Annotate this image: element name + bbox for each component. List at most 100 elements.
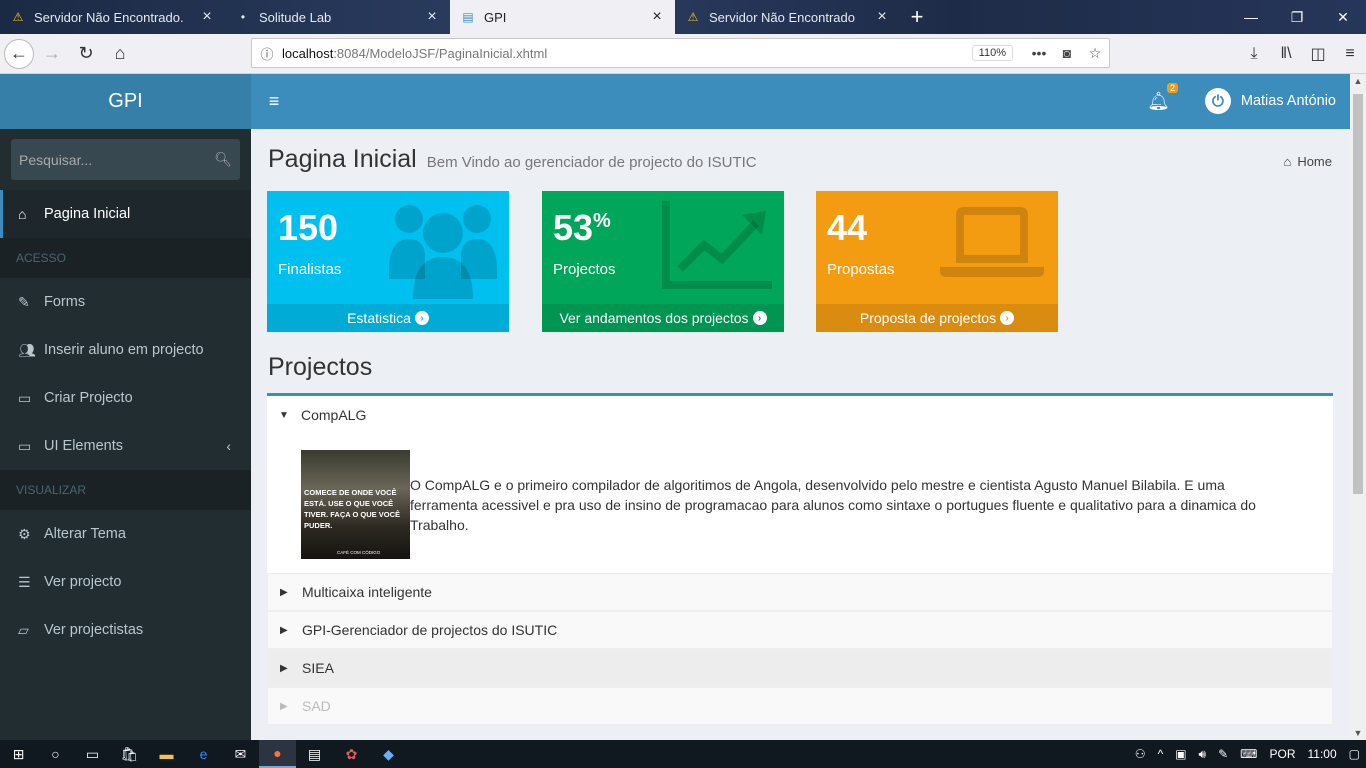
sidebar-item-alterar-tema[interactable]: ⚙ Alterar Tema [0, 510, 251, 558]
accordion-title: Multicaixa inteligente [302, 584, 432, 600]
arrow-circle-right-icon: › [414, 311, 429, 325]
sidebar-toggle-icon[interactable]: ◫ [1302, 44, 1334, 64]
breadcrumb[interactable]: ⌂ Home [1283, 154, 1332, 169]
close-icon[interactable]: × [424, 8, 440, 25]
new-tab-icon[interactable]: + [900, 0, 934, 34]
accordion-header[interactable]: ▶ GPI-Gerenciador de projectos do ISUTIC [267, 611, 1333, 649]
stat-label: Projectos [553, 261, 616, 278]
chevron-left-icon: ‹ [226, 438, 231, 454]
stat-footer-link[interactable]: Ver andamentos dos projectos › [542, 304, 784, 332]
laptop-icon [938, 201, 1046, 286]
back-icon[interactable]: ← [4, 38, 34, 69]
warning-icon: ⚠ [12, 10, 24, 24]
zoom-indicator[interactable]: 110% [971, 45, 1013, 61]
scroll-down-icon[interactable]: ▼ [1350, 728, 1366, 738]
accordion-header[interactable]: ▶ SAD [267, 687, 1333, 725]
language-indicator[interactable]: POR [1264, 747, 1302, 761]
sidebar-header-visualizar: VISUALIZAR [0, 470, 251, 510]
bookmark-star-icon[interactable]: ☆ [1081, 45, 1109, 62]
stat-value: 150 [278, 207, 339, 248]
sidebar-item-pagina-inicial[interactable]: ⌂ Pagina Inicial [0, 190, 251, 238]
accordion-header[interactable]: ▼ CompALG [267, 396, 1333, 434]
browser-tab-active[interactable]: ▤ GPI × [450, 0, 675, 34]
sidebar-item-label: Criar Projecto [44, 390, 133, 406]
task-view-icon[interactable]: ▭ [74, 740, 111, 768]
laptop-icon: ▭ [18, 389, 32, 406]
info-icon[interactable]: ⓘ [252, 44, 282, 63]
network-icon[interactable]: ▣ [1169, 747, 1192, 761]
pen-icon[interactable]: ✎ [1212, 747, 1234, 761]
file-explorer-icon[interactable]: ▬ [148, 740, 185, 768]
home-icon: ⌂ [18, 206, 27, 222]
user-menu[interactable]: ⏻ Matias António [1204, 88, 1336, 114]
people-icon[interactable]: ⚇ [1129, 747, 1152, 761]
accordion-header[interactable]: ▶ Multicaixa inteligente [267, 573, 1333, 611]
sidebar-item-inserir-aluno[interactable]: 👥︎ Inserir aluno em projecto [0, 326, 251, 374]
notepad-icon[interactable]: ▤ [296, 740, 333, 768]
firefox-icon[interactable]: ● [259, 740, 296, 768]
sidebar-item-ver-projectistas[interactable]: ▱ Ver projectistas [0, 606, 251, 654]
menu-icon[interactable]: ≡ [1334, 45, 1366, 63]
project-description: O CompALG e o primeiro compilador de alg… [410, 477, 1256, 533]
sidebar-item-ver-projecto[interactable]: ☰ Ver projecto [0, 558, 251, 606]
sidebar-item-forms[interactable]: ✎ Forms [0, 278, 251, 326]
search-input[interactable] [19, 151, 215, 168]
users-icon: 👥︎ [18, 341, 36, 358]
stat-label: Propostas [827, 261, 895, 278]
app-sidebar: GPI 🔍︎ ⌂ Pagina Inicial ACESSO ✎ Forms 👥… [0, 74, 251, 740]
accordion-title: SIEA [302, 660, 334, 676]
home-icon[interactable]: ⌂ [104, 38, 136, 70]
browser-tab[interactable]: • Solitude Lab × [225, 0, 450, 34]
volume-icon[interactable]: 🔊︎ [1193, 747, 1213, 762]
page-subtitle: Bem Vindo ao gerenciador de projecto do … [426, 154, 757, 171]
windows-start-icon[interactable]: ⊞ [0, 740, 37, 768]
hamburger-icon[interactable]: ≡ [251, 91, 297, 112]
scroll-up-icon[interactable]: ▲ [1350, 76, 1366, 86]
sidebar-item-ui-elements[interactable]: ▭ UI Elements ‹ [0, 422, 251, 470]
app-logo[interactable]: GPI [0, 74, 251, 129]
image-quote: COMECE DE ONDE VOCÊ ESTÁ. USE O QUE VOCÊ… [304, 488, 400, 530]
clock[interactable]: 11:00 [1302, 747, 1343, 761]
browser-tab[interactable]: ⚠ Servidor Não Encontrado × [675, 0, 900, 34]
scroll-thumb[interactable] [1353, 94, 1363, 494]
close-icon[interactable]: × [199, 8, 215, 25]
keyboard-icon[interactable]: ⌨ [1234, 747, 1263, 761]
restore-icon[interactable]: ❐ [1274, 0, 1320, 34]
stat-footer-link[interactable]: Proposta de projectos › [816, 304, 1058, 332]
stat-value: 53% [553, 207, 611, 248]
minimize-icon[interactable]: — [1228, 0, 1274, 34]
chevron-up-icon[interactable]: ^ [1152, 747, 1170, 761]
paint-icon[interactable]: ✿ [333, 740, 370, 768]
app-cube-icon[interactable]: ◆ [370, 740, 407, 768]
search-icon[interactable]: 🔍︎ [214, 151, 232, 168]
accordion-title: CompALG [301, 407, 367, 423]
stat-footer-link[interactable]: Estatistica › [267, 304, 509, 332]
more-icon[interactable]: ••• [1025, 45, 1053, 61]
edge-icon[interactable]: e [185, 740, 222, 768]
url-bar[interactable]: ⓘ localhost:8084/ModeloJSF/PaginaInicial… [251, 38, 1110, 68]
browser-tab[interactable]: ⚠ Servidor Não Encontrado. × [0, 0, 225, 34]
action-center-icon[interactable]: ▢ [1343, 747, 1366, 761]
url-host: localhost [282, 45, 334, 61]
sidebar-item-criar-projecto[interactable]: ▭ Criar Projecto [0, 374, 251, 422]
reload-icon[interactable]: ↻ [70, 38, 102, 70]
accordion-header[interactable]: ▶ SIEA [267, 649, 1333, 687]
sidebar-item-label: Forms [44, 294, 86, 310]
forward-icon[interactable]: → [36, 38, 68, 70]
bell-icon[interactable]: 🔔︎ 2 [1147, 83, 1178, 112]
image-caption: CAFÉ COM CÓDIGO [337, 550, 381, 555]
mail-icon[interactable]: ✉ [222, 740, 259, 768]
close-icon[interactable]: × [874, 8, 890, 25]
close-window-icon[interactable]: ✕ [1320, 0, 1366, 34]
close-icon[interactable]: × [649, 8, 665, 25]
store-icon[interactable]: 🛍︎ [111, 740, 148, 768]
library-icon[interactable]: ‖\ [1270, 45, 1302, 63]
page-scrollbar[interactable]: ▲ ▼ [1350, 74, 1366, 740]
sidebar-search: 🔍︎ [11, 139, 240, 180]
cortana-icon[interactable]: ○ [37, 740, 74, 768]
cogs-icon: ⚙ [18, 525, 31, 542]
arrow-circle-right-icon: › [1000, 311, 1015, 325]
pocket-icon[interactable]: ◙ [1053, 45, 1081, 61]
download-icon[interactable]: ⤓ [1238, 45, 1270, 63]
breadcrumb-home: Home [1297, 154, 1332, 169]
